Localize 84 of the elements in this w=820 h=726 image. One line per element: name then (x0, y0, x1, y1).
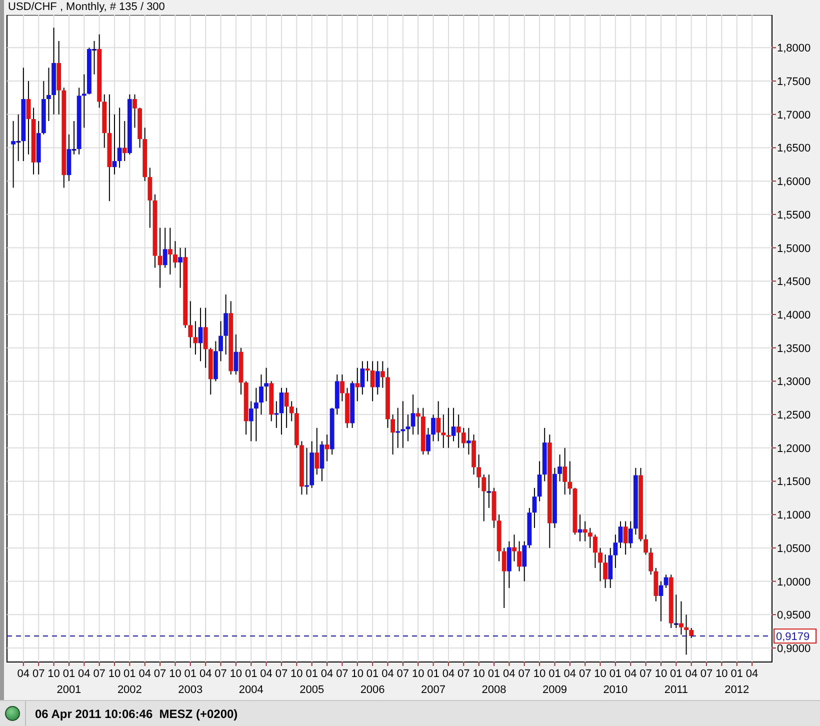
axis-label: 1,7500 (777, 76, 811, 88)
year-label: 2012 (724, 684, 750, 696)
axis-label: 10 (290, 668, 303, 680)
status-timestamp: 06 Apr 2011 10:06:46 MESZ (+0200) (35, 706, 238, 722)
axis-label: 1,1000 (777, 510, 811, 522)
axis-label: 10 (412, 668, 424, 680)
axis-label: 04 (503, 668, 516, 680)
price-label: 0,9179 (774, 628, 816, 644)
axis-label: 1,3000 (777, 376, 811, 388)
axis-label: 1,2500 (777, 410, 811, 422)
axis-label: 10 (533, 668, 546, 680)
axis-label: 01 (670, 668, 682, 680)
axis-label: 10 (351, 668, 364, 680)
axis-label: 07 (336, 668, 348, 680)
axis-label: 10 (594, 668, 606, 680)
axis-label: 01 (62, 668, 76, 680)
axis-label: 04 (685, 668, 698, 680)
axis-label: 1,0500 (777, 542, 811, 555)
axis-label: 01 (548, 668, 561, 680)
axis-label: 04 (564, 668, 576, 680)
axis-label: 10 (108, 668, 121, 680)
axis-label: 01 (366, 668, 379, 680)
axis-label: 10 (169, 668, 182, 680)
axis-label: 1,4000 (777, 310, 811, 322)
year-label: 2003 (178, 684, 203, 696)
axis-label: 1,1500 (777, 476, 811, 488)
axis-label: 01 (427, 668, 440, 680)
year-label: 2011 (664, 684, 688, 696)
axis-label: 01 (306, 668, 318, 680)
axis-label: 07 (396, 668, 410, 680)
year-label: 2008 (482, 684, 506, 696)
axis-label: 1,0000 (777, 576, 811, 588)
axis-label: 1,8000 (777, 42, 811, 55)
axis-label: 04 (746, 668, 758, 680)
axis-label: 0,9000 (777, 643, 811, 655)
axis-label: 07 (32, 668, 45, 680)
axis-label: 04 (442, 668, 455, 680)
axis-label: 01 (488, 668, 500, 680)
axis-label: 07 (214, 668, 227, 680)
axis-label: 10 (716, 668, 728, 680)
axis-label: 04 (320, 668, 334, 680)
axis-label: 07 (640, 668, 652, 680)
axis-label: 04 (382, 668, 394, 680)
year-label: 2006 (360, 684, 385, 696)
year-label: 2009 (542, 684, 567, 696)
chart-title: USD/CHF , Monthly, # 135 / 300 (8, 1, 165, 14)
axis-label: 10 (230, 668, 242, 680)
axis-label: 07 (93, 668, 106, 680)
axis-label: 01 (124, 668, 136, 680)
year-label: 2004 (238, 684, 264, 696)
year-label: 2007 (421, 684, 446, 696)
axis-label: 07 (578, 668, 592, 680)
year-label: 2002 (117, 684, 142, 696)
axis-label: 1,6500 (777, 142, 811, 155)
axis-label: 1,5500 (777, 209, 811, 222)
axis-label: 1,3500 (777, 342, 811, 355)
axis-label: 07 (275, 668, 288, 680)
axis-label: 1,6000 (777, 176, 811, 188)
year-label: 2005 (300, 684, 324, 696)
axis-label: 07 (154, 668, 166, 680)
axis-label: 0,9500 (777, 610, 811, 622)
axis-label: 01 (245, 668, 258, 680)
axis-label: 10 (48, 668, 60, 680)
axis-label: 10 (472, 668, 485, 680)
axis-label: 01 (730, 668, 743, 680)
axis-label: 04 (78, 668, 90, 680)
axis-label: 07 (518, 668, 530, 680)
axis-label: 01 (184, 668, 197, 680)
axis-label: 04 (138, 668, 151, 680)
axis-label: 04 (260, 668, 272, 680)
axis-label: 1,5000 (777, 242, 811, 255)
axis-label: 01 (609, 668, 622, 680)
axis-label: 04 (199, 668, 212, 680)
axis-label: 1,4500 (777, 276, 811, 288)
axis-label: 1,7000 (777, 109, 811, 122)
axis-label: 04 (624, 668, 637, 680)
axis-label: 07 (700, 668, 713, 680)
axis-label: 1,2000 (777, 442, 811, 455)
axis-label: 10 (654, 668, 668, 680)
year-label: 2001 (56, 684, 82, 696)
axis-label: 04 (17, 668, 30, 680)
year-label: 2010 (603, 684, 628, 696)
axis-label: 07 (458, 668, 470, 680)
ref-line-label: 0,9179 (776, 631, 810, 644)
